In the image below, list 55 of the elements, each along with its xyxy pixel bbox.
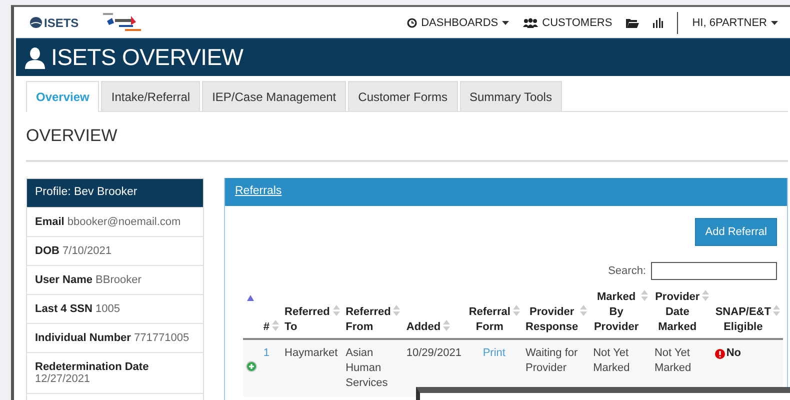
column-header[interactable]: Referred To [284,305,331,335]
table-cell: Waiting for Provider [526,347,578,374]
column-header[interactable]: SNAP/E&T Eligible [715,305,771,335]
tab[interactable]: IEP/Case Management [202,81,346,111]
column-header[interactable]: Referral Form [468,305,511,335]
clock-icon [407,18,418,28]
table-cell: Not Yet Marked [593,347,630,374]
page-title: ISETS OVERVIEW [51,44,244,71]
column-header[interactable]: Marked By Provider [593,290,640,335]
user-menu[interactable]: HI, 6PARTNER [692,16,778,28]
sort-icon[interactable] [641,290,648,301]
referrals-link[interactable]: Referrals [235,185,282,197]
alert-icon [715,348,726,358]
table-cell: Asian Human Services [346,347,388,389]
users-icon [523,18,538,28]
table-cell: Not Yet Marked [654,347,692,374]
sort-icon[interactable] [272,320,279,331]
search-field[interactable] [651,262,777,280]
isets-logo: ISETS [30,16,79,30]
add-referral-button[interactable]: Add Referral [695,218,777,246]
sort-icon[interactable] [702,290,710,301]
section-title: OVERVIEW [26,126,788,162]
user-icon [25,46,45,68]
sort-icon[interactable] [332,305,340,316]
column-header[interactable]: Provider Date Marked [654,290,700,335]
folder-icon[interactable] [626,18,640,28]
table-cell: 1 [263,347,270,359]
table-cell: 10/29/2021 [406,347,462,359]
column-header[interactable]: Provider Response [526,305,578,335]
search-label: Search: [608,265,646,277]
profile-field: Redetermination Date 12/27/2021 [27,352,203,393]
sort-icon[interactable] [442,320,450,331]
profile-field: Email bbooker@noemail.com [27,207,203,236]
expand-row-icon[interactable] [246,360,257,372]
eligibility-status: No [715,346,780,361]
profile-field: DOB 7/10/2021 [27,236,203,265]
nav-link[interactable]: DASHBOARDS [407,16,510,28]
nav-link[interactable]: CUSTOMERS [523,16,612,28]
profile-field: Individual Number 771771005 [27,323,203,352]
profile-field: Last 4 SSN 1005 [27,294,203,323]
profile-header: Profile: Bev Brooker [27,179,203,207]
sort-ascending-icon[interactable] [247,295,254,301]
profile-field: User Name BBrooker [27,265,203,294]
sort-icon[interactable] [393,305,400,316]
column-header[interactable]: Referred From [346,305,392,335]
column-header[interactable]: # [263,320,270,335]
sort-icon[interactable] [512,305,520,316]
tab[interactable]: Customer Forms [348,81,458,111]
tab[interactable]: Intake/Referral [101,81,200,111]
column-header[interactable]: Added [406,320,441,335]
tab[interactable]: Summary Tools [460,81,562,111]
bar-chart-icon[interactable] [653,17,664,28]
sort-icon[interactable] [773,305,780,316]
table-cell: Haymarket [284,347,338,359]
sort-icon[interactable] [580,305,588,316]
